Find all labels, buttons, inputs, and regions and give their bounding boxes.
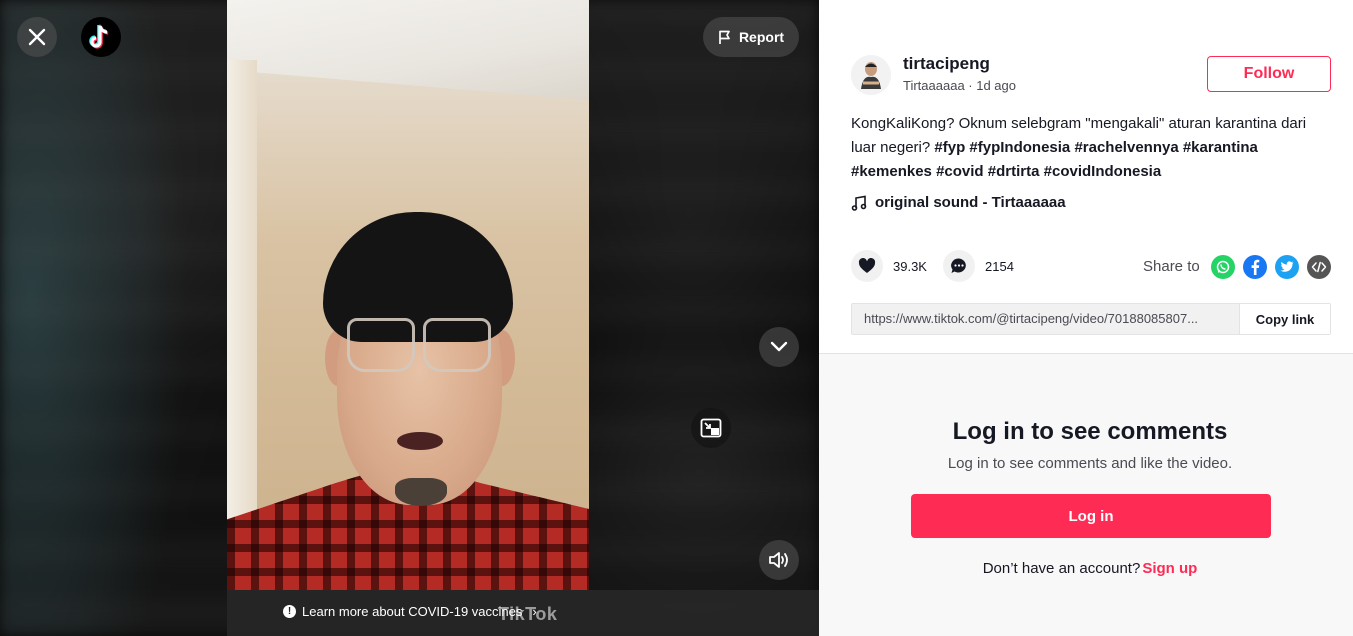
video-player[interactable]: ! Learn more about COVID-19 vaccines › T… [0,0,819,636]
comment-icon [951,258,966,273]
video-wall [227,60,257,590]
like-stat: 39.3K [851,250,927,282]
comments-login-subtitle: Log in to see comments and like the vide… [947,455,1233,472]
hashtag[interactable]: #fypIndonesia [969,139,1070,156]
avatar[interactable] [851,55,891,95]
whatsapp-share-button[interactable] [1211,255,1235,279]
copy-link-button[interactable]: Copy link [1239,304,1330,334]
tiktok-logo[interactable] [81,17,121,57]
flag-icon [719,30,730,44]
heart-icon [858,258,876,273]
comments-section: Log in to see comments Log in to see com… [819,353,1353,636]
login-button[interactable]: Log in [911,494,1271,538]
tiktok-logo-icon [89,24,109,49]
embed-share-button[interactable] [1307,255,1331,279]
video-link-url[interactable]: https://www.tiktok.com/@tirtacipeng/vide… [852,304,1239,334]
author-username[interactable]: tirtacipeng [903,54,990,74]
chevron-down-icon [770,341,788,352]
comment-button[interactable] [943,250,975,282]
signup-link[interactable]: Sign up [1142,560,1197,577]
picture-in-picture-icon [700,418,722,438]
like-count: 39.3K [893,258,927,274]
twitter-share-button[interactable] [1275,255,1299,279]
hashtag[interactable]: #covid [936,163,984,180]
video-person-beard [395,478,447,506]
facebook-icon [1251,259,1260,275]
comment-count: 2154 [985,258,1014,274]
share-label: Share to [1143,258,1200,275]
comments-login-title: Log in to see comments [952,418,1228,445]
hashtag[interactable]: #rachelvennya [1074,139,1178,156]
volume-button[interactable] [759,540,799,580]
volume-icon [769,552,788,568]
picture-in-picture-button[interactable] [691,408,731,448]
video-person-glasses [423,318,491,372]
author-display-name: Tirtaaaaaa [903,78,965,93]
music-note-icon [851,195,867,211]
avatar-image [851,55,891,95]
info-icon: ! [283,605,296,618]
close-icon [28,28,46,46]
whatsapp-icon [1216,260,1230,274]
next-video-button[interactable] [759,327,799,367]
report-label: Report [738,29,785,45]
post-time: 1d ago [976,78,1016,93]
twitter-icon [1280,261,1294,272]
music-label: original sound - Tirtaaaaaa [875,194,1066,211]
embed-icon [1311,261,1327,273]
music-link[interactable]: original sound - Tirtaaaaaa [851,194,1066,211]
tiktok-watermark: TikTok [498,604,558,624]
hashtag[interactable]: #kemenkes [851,163,932,180]
hashtag[interactable]: #fyp [934,139,965,156]
video-person-glasses [347,318,415,372]
video-link-box: https://www.tiktok.com/@tirtacipeng/vide… [851,303,1331,335]
hashtag[interactable]: #covidIndonesia [1044,163,1162,180]
facebook-share-button[interactable] [1243,255,1267,279]
video-person-mouth [397,432,443,450]
comment-stat: 2154 [943,250,1014,282]
follow-button[interactable]: Follow [1207,56,1331,92]
covid-banner-text: Learn more about COVID-19 vaccines [302,604,523,619]
author-subline: Tirtaaaaaa · 1d ago [903,78,1016,93]
no-account-text: Don’t have an account? [982,560,1141,577]
video-ceiling [227,0,589,100]
hashtag[interactable]: #drtirta [988,163,1040,180]
hashtag[interactable]: #karantina [1183,139,1258,156]
signup-prompt: Don’t have an account? Sign up [819,560,1353,577]
video-frame[interactable] [227,0,589,590]
report-button[interactable]: Report [703,17,799,57]
close-button[interactable] [17,17,57,57]
subline-separator: · [964,78,977,93]
video-info-panel: tirtacipeng Tirtaaaaaa · 1d ago Follow K… [819,0,1353,636]
video-description: KongKaliKong? Oknum selebgram "mengakali… [851,112,1331,184]
like-button[interactable] [851,250,883,282]
